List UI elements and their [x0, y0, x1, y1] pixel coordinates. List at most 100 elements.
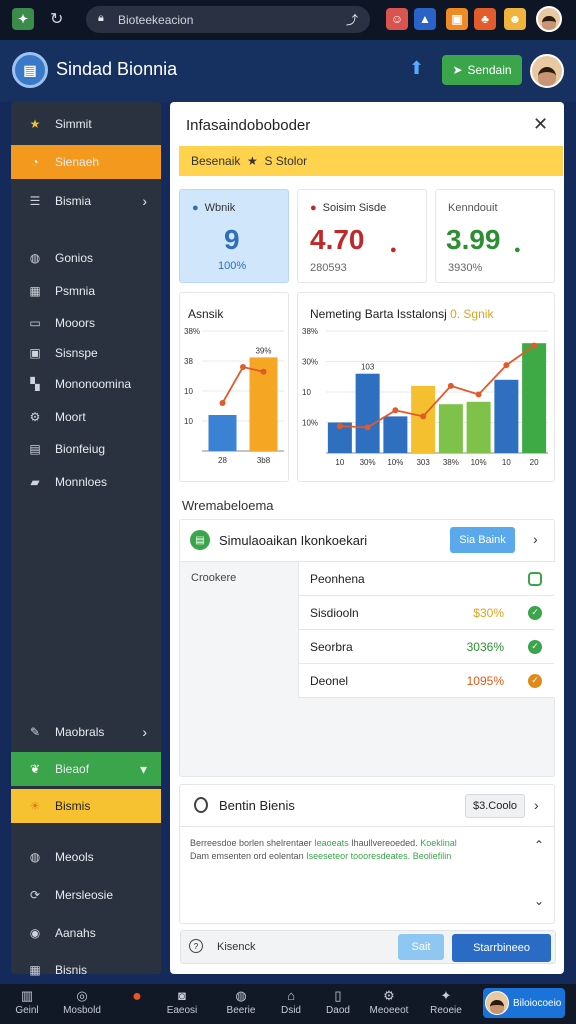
sidebar-item-0[interactable]: ★ Simmit: [11, 107, 161, 141]
chevron-right-icon[interactable]: ›: [142, 193, 147, 209]
table-row[interactable]: Peonhena: [298, 562, 554, 596]
chevron-right-icon[interactable]: ›: [142, 724, 147, 740]
table-row[interactable]: Seorbra 3036% ✓: [298, 630, 554, 664]
bottom-nav-label: Mosbold: [63, 1005, 101, 1016]
extension-person-icon[interactable]: ☺: [386, 8, 408, 30]
trend-point: [240, 364, 246, 370]
info-text-highlight[interactable]: Iseeseteor toooresdeates.: [306, 851, 410, 861]
browser-profile-avatar[interactable]: [536, 6, 562, 32]
sidebar-item-label: Bismis: [55, 799, 91, 813]
info-text-highlight[interactable]: Koeklinal: [420, 838, 457, 848]
app-logo-icon[interactable]: ✦: [12, 8, 34, 30]
sidebar-item-17[interactable]: ▦ Bisnis: [11, 953, 161, 987]
info-text-line-1: Berreesdoe borlen shelrentaer Ieaoeats I…: [190, 838, 457, 848]
info-text-highlight[interactable]: Beoliefilin: [413, 851, 452, 861]
kpi-card-3[interactable]: Kenndouit 3.99 ● 3930%: [435, 189, 555, 283]
bottom-nav-item[interactable]: ✦ Reoeie: [421, 988, 471, 1016]
row-percent: 1095%: [466, 673, 504, 688]
sidebar-item-10[interactable]: ▰ Monnloes: [11, 465, 161, 499]
secondary-button[interactable]: Sait: [398, 934, 444, 960]
x-tick-label: 10: [335, 458, 344, 467]
x-tick-label: 20: [530, 458, 539, 467]
kpi-card-1[interactable]: ● Wbnik 9 100%: [179, 189, 289, 283]
chrome-icon: ◉: [29, 926, 41, 940]
image-icon: ▣: [29, 346, 41, 360]
table-row[interactable]: Deonel 1095% ✓: [298, 664, 554, 698]
kpi-label: Kenndouit: [448, 202, 498, 214]
sidebar-item-8[interactable]: ⚙ Moort: [11, 400, 161, 434]
target-icon: ◎: [76, 988, 88, 1003]
sidebar-item-6[interactable]: ▣ Sisnspe: [11, 336, 161, 370]
sidebar-item-15[interactable]: ⟳ Mersleosie: [11, 878, 161, 912]
simulation-card-title: Simulaoaikan Ikonkoekari: [219, 533, 368, 548]
profile-button[interactable]: Biloiocoeio: [483, 988, 565, 1018]
app-logo[interactable]: ▤: [12, 52, 48, 88]
kpi-subvalue: 3930%: [448, 262, 483, 274]
extension-face-icon[interactable]: ☻: [504, 8, 526, 30]
sidebar-item-16[interactable]: ◉ Aanahs: [11, 916, 161, 950]
sidebar-item-2[interactable]: ☰ Bismia ›: [11, 184, 161, 218]
calendar-icon: ▦: [29, 963, 41, 977]
chevron-down-icon[interactable]: ⌄: [534, 894, 544, 908]
check-icon: ✓: [528, 639, 542, 654]
kpi-card-2[interactable]: ● Soisim Sisde 4.70 ● 280593: [297, 189, 427, 283]
sidebar-item-label: Moort: [55, 410, 86, 424]
sidebar-item-label: Psmnia: [55, 284, 96, 298]
bottom-nav-item[interactable]: ●: [112, 988, 162, 1005]
trend-point: [260, 368, 267, 375]
bottom-nav-item[interactable]: ◍ Beerie: [216, 988, 266, 1016]
caret-down-icon[interactable]: ▾: [140, 761, 147, 778]
bottom-nav-item[interactable]: ▯ Daod: [313, 988, 363, 1016]
clock-icon: ◔: [31, 155, 39, 169]
sidebar-item-label: Bionfeiug: [55, 442, 106, 456]
user-avatar[interactable]: [530, 54, 564, 88]
bottom-nav-item[interactable]: ◎ Mosbold: [57, 988, 107, 1016]
y-tick-label: 10%: [302, 419, 318, 428]
extension-game-icon[interactable]: ♣: [474, 8, 496, 30]
bottom-nav-item[interactable]: ⚙ Meoeeot: [364, 988, 414, 1016]
reload-icon[interactable]: ↻: [50, 9, 63, 29]
extension-rocket-icon[interactable]: ▲: [414, 8, 436, 30]
record-icon: ●: [132, 988, 142, 1005]
sidebar-item-3[interactable]: ◍ Gonios: [11, 241, 161, 275]
notice-banner: Besenaik ★ S Stolor: [179, 146, 563, 176]
sidebar-item-1[interactable]: ◔ Sienaeh: [11, 145, 161, 179]
sidebar-item-12[interactable]: ❦ Bieaof ▾: [11, 752, 161, 786]
sidebar-item-5[interactable]: ▭ Mooors: [11, 306, 161, 340]
info-card-badge[interactable]: $3.Coolo: [465, 794, 525, 818]
monitor-icon: ▭: [29, 316, 41, 330]
header-action-button[interactable]: ➤ Sendain: [442, 55, 522, 85]
sidebar-item-label: Mononoomina: [55, 377, 132, 391]
sidebar-item-11[interactable]: ✎ Maobrals ›: [11, 715, 161, 749]
sidebar-item-9[interactable]: ▤ Bionfeiug: [11, 432, 161, 466]
bottom-nav-label: Daod: [326, 1005, 350, 1016]
simulation-card-button[interactable]: Sia Baink: [450, 527, 515, 553]
trend-point: [503, 362, 510, 369]
share-icon[interactable]: ⤴: [346, 11, 358, 28]
chevron-right-icon[interactable]: ›: [533, 531, 538, 547]
bottom-nav-item[interactable]: ◙ Eaeosi: [157, 988, 207, 1016]
sidebar-item-7[interactable]: ▚ Mononoomina: [11, 367, 161, 401]
bar: [355, 373, 380, 453]
address-bar[interactable]: 🔒︎ Bioteekeacion ⤴: [86, 6, 370, 33]
upload-icon[interactable]: ⬆: [409, 58, 424, 79]
primary-button[interactable]: Starrbineeo: [452, 934, 551, 962]
panel-title: Infasaindoboboder: [186, 117, 311, 134]
globe-icon: ◍: [235, 988, 247, 1003]
chevron-right-icon[interactable]: ›: [534, 797, 539, 813]
bottom-nav-item[interactable]: ▥ Geinl: [2, 988, 52, 1016]
sidebar-item-14[interactable]: ◍ Meools: [11, 840, 161, 874]
sidebar-item-13[interactable]: ☀ Bismis: [11, 789, 161, 823]
bottom-nav-item[interactable]: ⌂ Dsid: [266, 988, 316, 1016]
address-text: Bioteekeacion: [118, 12, 194, 27]
chevron-up-icon[interactable]: ⌃: [534, 838, 544, 852]
table-row[interactable]: Sisdiooln $30% ✓: [298, 596, 554, 630]
info-text-highlight[interactable]: Ieaoeats: [314, 838, 349, 848]
kpi-value: 4.70: [310, 224, 365, 255]
sidebar-item-4[interactable]: ▦ Psmnia: [11, 274, 161, 308]
sidebar-item-label: Sisnspe: [55, 346, 98, 360]
close-icon[interactable]: ✕: [533, 114, 548, 135]
extension-box-icon[interactable]: ▣: [446, 8, 468, 30]
row-percent: 3036%: [466, 639, 504, 654]
bar: [411, 385, 436, 453]
